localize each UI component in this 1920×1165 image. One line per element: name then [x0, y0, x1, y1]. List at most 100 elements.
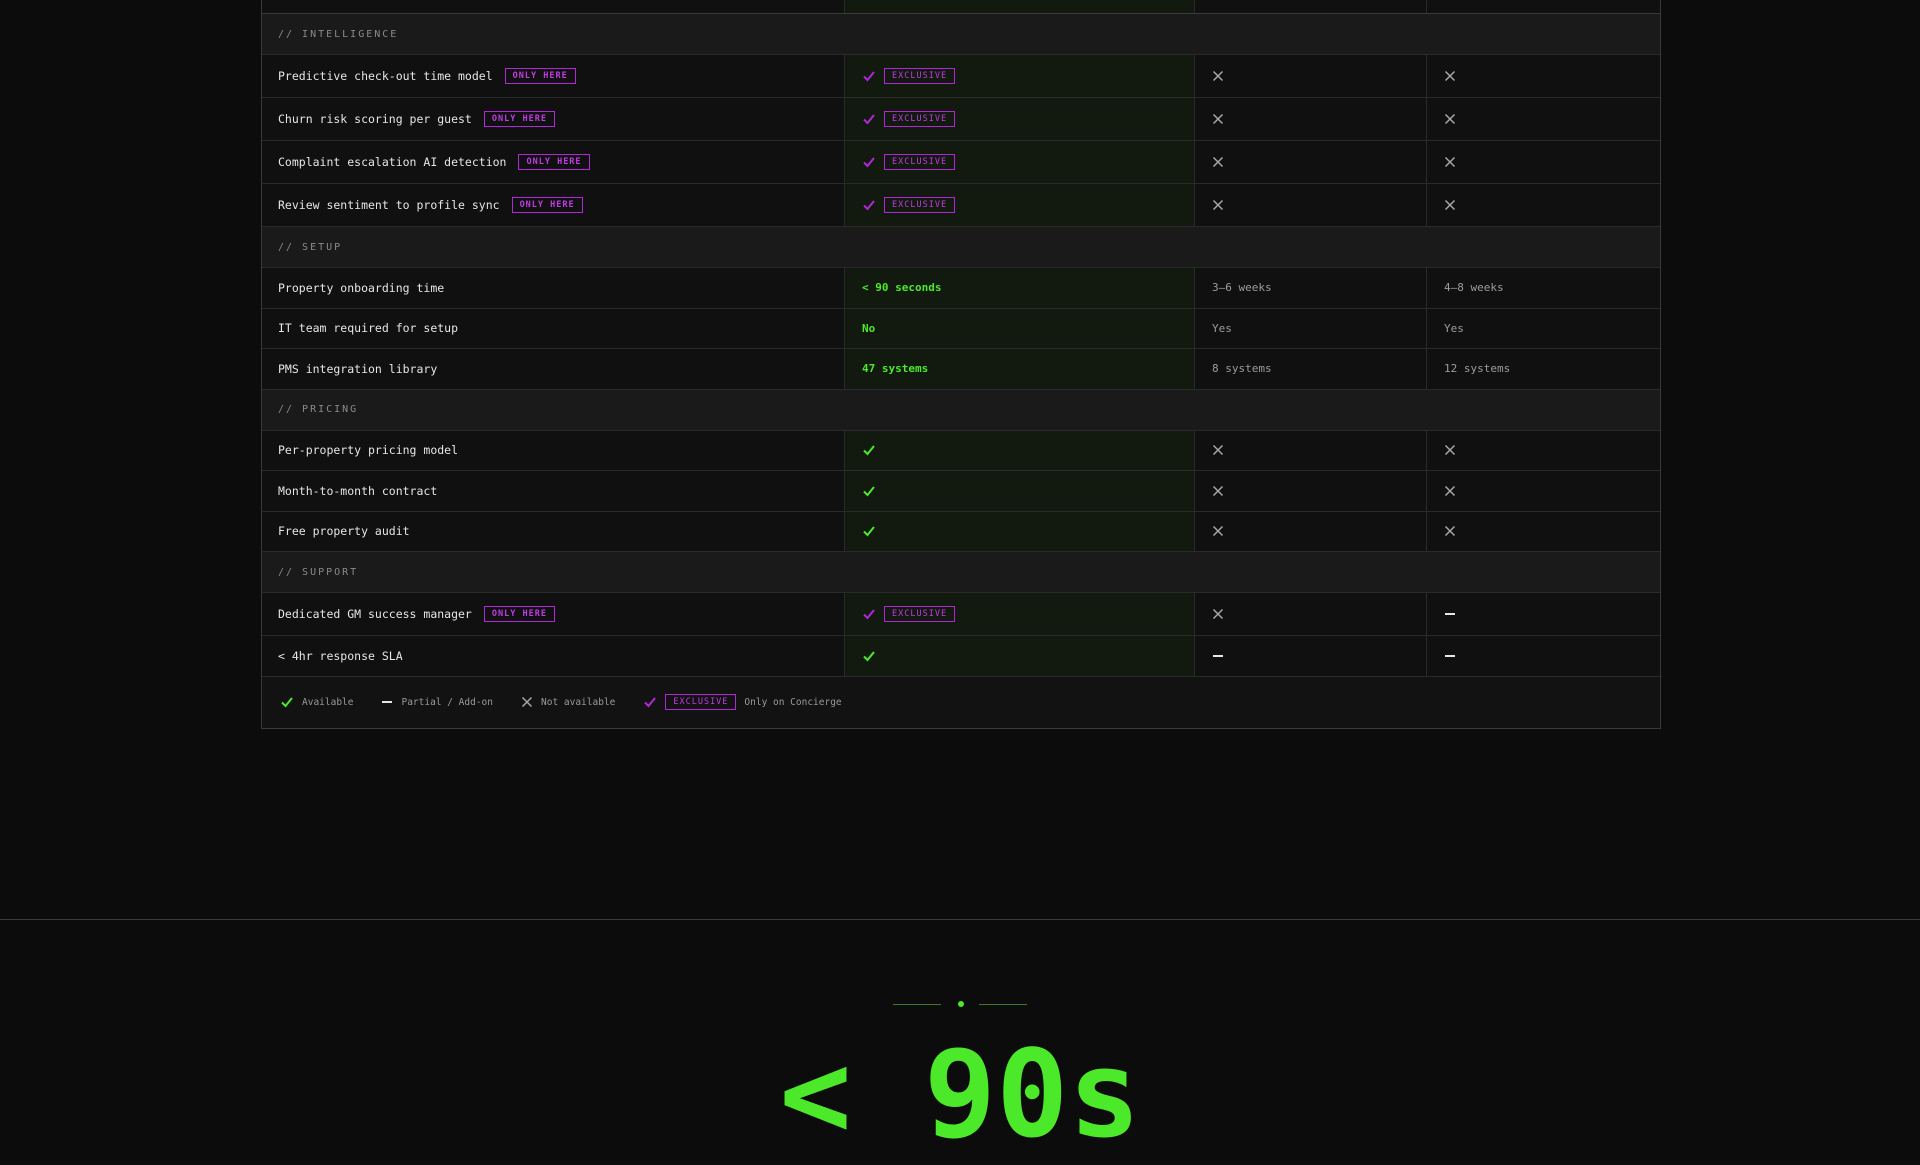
feature-cell: Churn risk scoring per guest ONLY HERE — [262, 98, 844, 140]
x-icon — [1212, 608, 1224, 620]
feature-cell: IT team required for setup — [262, 309, 844, 349]
decorative-separator — [893, 1001, 1028, 1007]
exclusive-badge: EXCLUSIVE — [884, 111, 956, 127]
legend: Available Partial / Add-on Not available… — [262, 676, 1660, 728]
legend-not-available: Not available — [521, 696, 615, 708]
legend-available-label: Available — [302, 696, 354, 708]
x-icon — [1212, 485, 1224, 496]
x-icon — [1212, 113, 1224, 125]
section-header: // SETUP — [262, 227, 1660, 268]
table-row: IT team required for setup No Yes Yes — [262, 308, 1660, 349]
concierge-cell: EXCLUSIVE — [844, 98, 1194, 140]
feature-cell: < 4hr response SLA — [262, 636, 844, 676]
concierge-cell: < 90 seconds — [844, 268, 1194, 308]
x-icon — [1444, 156, 1456, 168]
x-icon — [1212, 445, 1224, 456]
feature-cell: Predictive check-out time model ONLY HERE — [262, 55, 844, 97]
competitor-a-cell — [1194, 636, 1426, 676]
table-row: Review sentiment to profile sync ONLY HER… — [262, 184, 1660, 227]
competitor-b-cell — [1426, 98, 1660, 140]
concierge-cell — [844, 636, 1194, 676]
competitor-b-cell — [1426, 471, 1660, 511]
table-row: Complaint escalation AI detection ONLY HE… — [262, 141, 1660, 184]
only-here-badge: ONLY HERE — [504, 68, 576, 84]
table-row: < 4hr response SLA — [262, 636, 1660, 677]
cell-value: Yes — [1444, 321, 1464, 335]
table-row: PMS integration library 47 systems 8 syste… — [262, 349, 1660, 390]
x-icon — [521, 696, 533, 708]
only-here-badge: ONLY HERE — [483, 606, 555, 622]
check-icon — [281, 697, 293, 708]
x-icon — [1444, 526, 1456, 537]
check-icon — [863, 651, 875, 662]
check-icon — [863, 526, 875, 537]
check-icon — [863, 200, 875, 211]
competitor-a-cell — [1194, 511, 1426, 551]
table-row: Predictive check-out time model ONLY HERE… — [262, 55, 1660, 98]
feature-cell: Review sentiment to profile sync ONLY HER… — [262, 184, 844, 226]
cell-value: 8 systems — [1212, 362, 1272, 376]
legend-exclusive-label: Only on Concierge — [744, 696, 842, 708]
hero-stat: < 90s — [779, 1026, 1141, 1165]
dash-icon — [1445, 613, 1455, 615]
x-icon — [1212, 70, 1224, 82]
competitor-b-cell — [1426, 184, 1660, 226]
feature-label: PMS integration library — [278, 361, 438, 376]
competitor-a-cell — [1194, 430, 1426, 470]
feature-label: < 4hr response SLA — [278, 648, 403, 663]
table-row: Property onboarding time < 90 seconds 3–6 … — [262, 268, 1660, 309]
competitor-b-cell — [1426, 636, 1660, 676]
table-row: Dedicated GM success manager ONLY HERE EXC… — [262, 593, 1660, 636]
competitor-a-cell — [1194, 471, 1426, 511]
only-here-badge: ONLY HERE — [483, 111, 555, 127]
feature-cell: Complaint escalation AI detection ONLY HE… — [262, 141, 844, 183]
competitor-b-cell — [1426, 511, 1660, 551]
x-icon — [1444, 113, 1456, 125]
table-row: Month-to-month contract — [262, 471, 1660, 512]
x-icon — [1212, 199, 1224, 211]
legend-exclusive-tag: EXCLUSIVE — [665, 694, 737, 710]
cell-value: < 90 seconds — [862, 281, 942, 295]
feature-label: Month-to-month contract — [278, 483, 438, 498]
x-icon — [1444, 445, 1456, 456]
competitor-b-cell: 12 systems — [1426, 349, 1660, 389]
competitor-b-cell — [1426, 141, 1660, 183]
only-here-badge: ONLY HERE — [518, 154, 590, 170]
feature-label: Dedicated GM success manager — [278, 607, 472, 621]
competitor-b-cell — [1426, 430, 1660, 470]
legend-available: Available — [280, 695, 353, 709]
concierge-cell: 47 systems — [844, 349, 1194, 389]
dash-icon — [382, 701, 393, 703]
competitor-b-cell — [1426, 55, 1660, 97]
check-icon — [863, 114, 875, 125]
separator-dot — [958, 1001, 964, 1007]
concierge-cell: EXCLUSIVE — [844, 184, 1194, 226]
check-icon — [863, 609, 875, 620]
exclusive-badge: EXCLUSIVE — [884, 154, 956, 170]
comparison-table: // INTELLIGENCE Predictive check-out time… — [261, 0, 1661, 729]
feature-cell: Month-to-month contract — [262, 471, 844, 511]
legend-partial: Partial / Add-on — [381, 696, 493, 708]
legend-exclusive: EXCLUSIVE Only on Concierge — [643, 694, 842, 710]
feature-label: Free property audit — [278, 524, 410, 539]
table-body: // INTELLIGENCE Predictive check-out time… — [262, 14, 1660, 677]
feature-label: Churn risk scoring per guest — [278, 112, 472, 126]
cell-value: 4–8 weeks — [1444, 281, 1504, 295]
cell-value: Yes — [1212, 321, 1232, 335]
table-row: Free property audit — [262, 511, 1660, 552]
feature-cell: Free property audit — [262, 512, 844, 552]
separator-line-right — [979, 1004, 1027, 1005]
concierge-cell — [844, 471, 1194, 511]
concierge-cell: EXCLUSIVE — [844, 141, 1194, 183]
check-icon — [863, 157, 875, 168]
legend-not-available-label: Not available — [541, 696, 616, 708]
competitor-a-cell: 8 systems — [1194, 349, 1426, 389]
competitor-b-cell: 4–8 weeks — [1426, 268, 1660, 308]
competitor-a-cell: 3–6 weeks — [1194, 268, 1426, 308]
dash-icon — [1445, 654, 1455, 657]
table-header-stub — [262, 0, 1660, 14]
cell-value: 12 systems — [1444, 362, 1511, 376]
feature-cell: Per-property pricing model — [262, 431, 844, 471]
competitor-b-cell — [1426, 593, 1660, 635]
feature-label: Complaint escalation AI detection — [278, 155, 507, 169]
